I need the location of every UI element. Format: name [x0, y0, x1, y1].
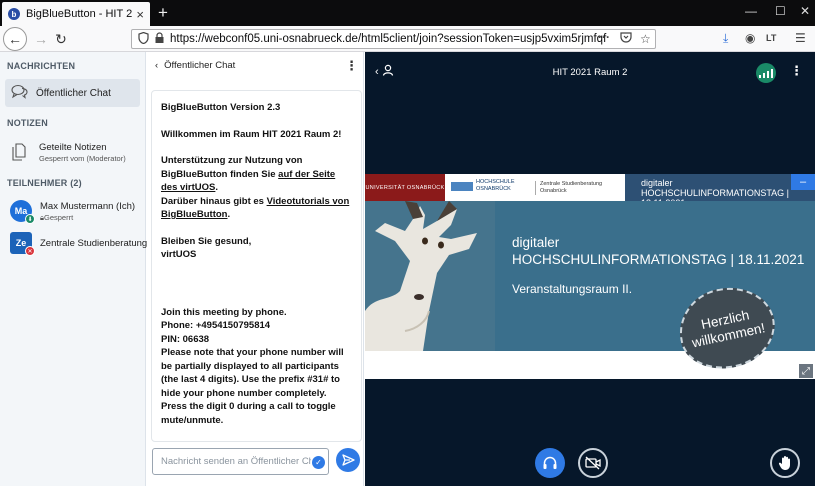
welcome-line: Willkommen im Raum HIT 2021 Raum 2!	[161, 128, 342, 140]
close-window-icon[interactable]: ✕	[800, 4, 810, 18]
participant-item[interactable]: Ma ⬇ Max Mustermann (Ich) 🔒︎Gesperrt	[10, 200, 144, 228]
reload-icon[interactable]: ↻	[51, 29, 71, 49]
url-bar[interactable]: https://webconf05.uni-osnabrueck.de/html…	[131, 29, 656, 49]
slide-logo-bar: UNIVERSITÄT OSNABRÜCK HOCHSCHULE OSNABRÜC…	[365, 174, 625, 201]
minimize-window-icon[interactable]: —	[745, 4, 757, 18]
chat-icon	[11, 84, 28, 102]
browser-tab[interactable]: b BigBlueButton - HIT 2021 Ra ×	[2, 2, 150, 26]
browser-nav-bar: ← → ↻ https://webconf05.uni-osnabrueck.d…	[0, 26, 815, 52]
audio-button[interactable]	[535, 448, 565, 478]
pocket-icon[interactable]	[620, 32, 632, 46]
raise-hand-button[interactable]	[770, 448, 800, 478]
goat-image	[365, 201, 495, 351]
chat-options-icon[interactable]: ⋮	[345, 58, 358, 74]
forward-icon[interactable]: →	[31, 29, 51, 49]
shared-notes-status: Gesperrt vom (Moderator)	[39, 154, 126, 163]
version-line: BigBlueButton Version 2.3	[161, 102, 281, 113]
participant-item[interactable]: Ze ✕ Zentrale Studienberatung	[10, 232, 148, 260]
microphone-status-icon: ⬇	[25, 214, 35, 224]
user-list-sidebar: NACHRICHTEN Öffentlicher Chat NOTIZEN Ge…	[0, 52, 148, 486]
greeting-paragraph: Bleiben Sie gesund, virtUOS	[161, 235, 252, 261]
send-message-button[interactable]	[336, 448, 360, 472]
bookmark-star-icon[interactable]: ☆	[640, 32, 651, 46]
back-icon[interactable]: ←	[3, 27, 27, 51]
share-webcam-button[interactable]	[578, 448, 608, 478]
new-tab-icon[interactable]: +	[158, 3, 168, 23]
notes-section-header: NOTIZEN	[7, 118, 48, 128]
chat-header[interactable]: ‹ Öffentlicher Chat	[155, 60, 235, 71]
public-chat-label: Öffentlicher Chat	[36, 87, 111, 99]
minimize-presentation-button[interactable]: –	[791, 174, 815, 190]
spellcheck-icon: ✓	[312, 456, 325, 469]
phone-info: Join this meeting by phone. Phone: +4954…	[161, 306, 344, 426]
tab-title: BigBlueButton - HIT 2021 Ra	[26, 8, 133, 20]
meeting-title: HIT 2021 Raum 2	[552, 67, 628, 78]
lock-icon[interactable]	[154, 32, 165, 47]
zsb-logo: Zentrale Studienberatung Osnabrück	[535, 181, 602, 195]
camera-off-icon	[585, 456, 601, 470]
slide-event-subtitle: Veranstaltungsraum II.	[512, 282, 633, 296]
support-paragraph: Unterstützung zur Nutzung von BigBlueBut…	[161, 155, 350, 220]
downloads-icon[interactable]: ⤓	[723, 31, 728, 46]
tracking-protection-icon[interactable]	[138, 31, 149, 47]
fullscreen-icon[interactable]: ⤢	[799, 364, 813, 378]
welcome-message: BigBlueButton Version 2.3 Willkommen im …	[151, 90, 362, 442]
participant-name: Zentrale Studienberatung	[40, 238, 148, 249]
extension-icon[interactable]: LT	[766, 33, 776, 43]
presentation-slide: UNIVERSITÄT OSNABRÜCK HOCHSCHULE OSNABRÜC…	[365, 174, 815, 379]
uni-osnabrueck-logo: UNIVERSITÄT OSNABRÜCK	[365, 174, 445, 201]
browser-tab-bar: b BigBlueButton - HIT 2021 Ra × + — ☐ ✕	[0, 0, 815, 26]
url-text: https://webconf05.uni-osnabrueck.de/html…	[170, 33, 607, 45]
slide-event-title: digitaler HOCHSCHULINFORMATIONSTAG | 18.…	[512, 235, 805, 267]
connection-status-icon[interactable]	[756, 63, 776, 83]
hochschule-osnabrueck-logo: HOCHSCHULE OSNABRÜCK	[451, 179, 515, 193]
close-tab-icon[interactable]: ×	[136, 7, 144, 22]
muted-status-icon: ✕	[25, 246, 35, 256]
participants-section-header: TEILNEHMER (2)	[7, 178, 82, 188]
participant-lock-status: 🔒︎Gesperrt	[40, 213, 74, 222]
bigbluebutton-favicon-icon: b	[8, 8, 20, 20]
presentation-area: ‹ HIT 2021 Raum 2 ⋮ UNIVERSITÄT OSNABRÜC…	[365, 52, 815, 486]
hand-icon	[778, 456, 790, 470]
options-menu-icon[interactable]: ⋮	[790, 63, 803, 79]
send-icon	[341, 454, 355, 466]
slide-header: digitaler HOCHSCHULINFORMATIONSTAG | 18.…	[625, 174, 815, 208]
chat-panel: ‹ Öffentlicher Chat ⋮ BigBlueButton Versi…	[147, 52, 364, 486]
shared-notes-item[interactable]: Geteilte Notizen Gesperrt vom (Moderator…	[10, 140, 142, 166]
shared-notes-title: Geteilte Notizen	[39, 142, 107, 153]
maximize-window-icon[interactable]: ☐	[775, 4, 786, 18]
menu-icon[interactable]: ☰	[795, 31, 806, 45]
account-icon[interactable]: ◉	[745, 31, 755, 45]
chat-message-input[interactable]	[161, 456, 311, 467]
public-chat-item[interactable]: Öffentlicher Chat	[5, 79, 140, 107]
chat-message-field[interactable]: ✓	[152, 448, 329, 475]
participant-name: Max Mustermann (Ich)	[40, 201, 136, 212]
chevron-left-icon: ‹	[155, 60, 159, 71]
messages-section-header: NACHRICHTEN	[7, 61, 76, 71]
notes-icon	[12, 143, 26, 164]
page-actions-icon[interactable]: ···	[598, 30, 610, 44]
chat-title: Öffentlicher Chat	[164, 60, 236, 71]
headphones-icon	[543, 456, 557, 469]
